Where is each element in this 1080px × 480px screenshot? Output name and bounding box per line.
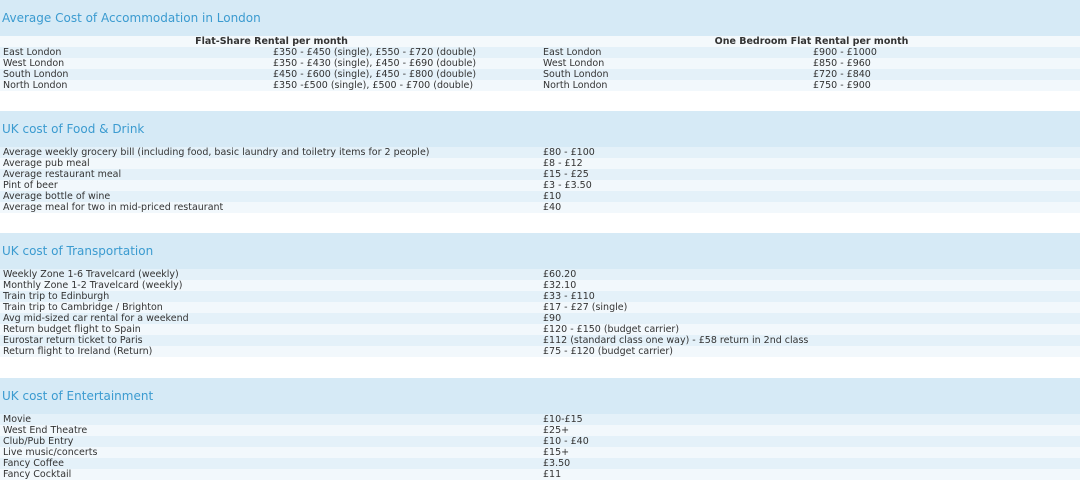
table-row: Fancy Cocktail £11 <box>0 469 1080 480</box>
price-cell: £3 - £3.50 <box>543 180 592 191</box>
section-spacer <box>0 213 1080 233</box>
price-cell: £720 - £840 <box>813 69 871 80</box>
table-row: Eurostar return ticket to Paris £112 (sta… <box>0 335 1080 346</box>
onebed-header: One Bedroom Flat Rental per month <box>714 36 909 47</box>
item-cell: Average meal for two in mid-priced resta… <box>3 202 224 213</box>
table-row: Club/Pub Entry £10 - £40 <box>0 436 1080 447</box>
price-cell: £112 (standard class one way) - £58 retu… <box>543 335 809 346</box>
transport-table: Weekly Zone 1-6 Travelcard (weekly) £60.2… <box>0 269 1080 357</box>
item-cell: Live music/concerts <box>3 447 98 458</box>
accommodation-title: Average Cost of Accommodation in London <box>2 11 261 25</box>
item-cell: Average restaurant meal <box>3 169 122 180</box>
item-cell: Movie <box>3 414 32 425</box>
table-row: West London £350 - £430 (single), £450 -… <box>0 58 1080 69</box>
table-row: Fancy Coffee £3.50 <box>0 458 1080 469</box>
table-row: Average weekly grocery bill (including f… <box>0 147 1080 158</box>
price-cell: £350 - £450 (single), £550 - £720 (doubl… <box>273 47 477 58</box>
transport-title: UK cost of Transportation <box>2 244 154 258</box>
price-cell: £350 - £430 (single), £450 - £690 (doubl… <box>273 58 477 69</box>
price-cell: £3.50 <box>543 458 571 469</box>
item-cell: Fancy Cocktail <box>3 469 72 480</box>
area-cell: West London <box>3 58 65 69</box>
price-cell: £8 - £12 <box>543 158 583 169</box>
table-row: South London £450 - £600 (single), £450 … <box>0 69 1080 80</box>
price-cell: £850 - £960 <box>813 58 871 69</box>
item-cell: Club/Pub Entry <box>3 436 74 447</box>
item-cell: Return flight to Ireland (Return) <box>3 346 153 357</box>
table-row: Average bottle of wine £10 <box>0 191 1080 202</box>
item-cell: Weekly Zone 1-6 Travelcard (weekly) <box>3 269 179 280</box>
item-cell: Average pub meal <box>3 158 90 169</box>
item-cell: Monthly Zone 1-2 Travelcard (weekly) <box>3 280 183 291</box>
table-row: West End Theatre £25+ <box>0 425 1080 436</box>
item-cell: Fancy Coffee <box>3 458 64 469</box>
flatshare-header: Flat-Share Rental per month <box>195 36 348 47</box>
accommodation-table: Flat-Share Rental per month One Bedroom … <box>0 36 1080 91</box>
accommodation-header: Average Cost of Accommodation in London <box>0 0 1080 36</box>
item-cell: Train trip to Cambridge / Brighton <box>3 302 163 313</box>
price-cell: £350 -£500 (single), £500 - £700 (double… <box>273 80 474 91</box>
price-cell: £40 <box>543 202 562 213</box>
table-row: Train trip to Cambridge / Brighton £17 - … <box>0 302 1080 313</box>
area-cell: South London <box>543 69 609 80</box>
entertainment-header: UK cost of Entertainment <box>0 378 1080 414</box>
table-row: Average restaurant meal £15 - £25 <box>0 169 1080 180</box>
price-cell: £10 - £40 <box>543 436 589 447</box>
price-cell: £900 - £1000 <box>813 47 877 58</box>
entertainment-table: Movie £10-£15 West End Theatre £25+ Club/P… <box>0 414 1080 480</box>
item-cell: Pint of beer <box>3 180 58 191</box>
item-cell: Return budget flight to Spain <box>3 324 141 335</box>
table-row: Movie £10-£15 <box>0 414 1080 425</box>
table-row: Return budget flight to Spain £120 - £150… <box>0 324 1080 335</box>
price-cell: £33 - £110 <box>543 291 595 302</box>
price-cell: £15 - £25 <box>543 169 589 180</box>
price-cell: £450 - £600 (single), £450 - £800 (doubl… <box>273 69 477 80</box>
table-row: Avg mid-sized car rental for a weekend £9… <box>0 313 1080 324</box>
table-row: North London £350 -£500 (single), £500 -… <box>0 80 1080 91</box>
price-cell: £60.20 <box>543 269 577 280</box>
area-cell: North London <box>543 80 608 91</box>
section-spacer <box>0 357 1080 378</box>
price-cell: £32.10 <box>543 280 577 291</box>
area-cell: North London <box>3 80 68 91</box>
area-cell: West London <box>543 58 605 69</box>
price-cell: £25+ <box>543 425 570 436</box>
price-cell: £11 <box>543 469 562 480</box>
transport-header: UK cost of Transportation <box>0 233 1080 269</box>
item-cell: West End Theatre <box>3 425 88 436</box>
food-table: Average weekly grocery bill (including f… <box>0 147 1080 213</box>
table-row: Pint of beer £3 - £3.50 <box>0 180 1080 191</box>
price-cell: £17 - £27 (single) <box>543 302 628 313</box>
price-cell: £120 - £150 (budget carrier) <box>543 324 680 335</box>
entertainment-title: UK cost of Entertainment <box>2 389 154 403</box>
price-cell: £90 <box>543 313 562 324</box>
table-row: Live music/concerts £15+ <box>0 447 1080 458</box>
table-row: Return flight to Ireland (Return) £75 - £… <box>0 346 1080 357</box>
area-cell: East London <box>3 47 62 58</box>
item-cell: Average bottle of wine <box>3 191 111 202</box>
table-row: Average meal for two in mid-priced resta… <box>0 202 1080 213</box>
food-title: UK cost of Food & Drink <box>2 122 145 136</box>
price-cell: £75 - £120 (budget carrier) <box>543 346 673 357</box>
accommodation-table-header: Flat-Share Rental per month One Bedroom … <box>0 36 1080 47</box>
food-header: UK cost of Food & Drink <box>0 111 1080 147</box>
price-cell: £80 - £100 <box>543 147 595 158</box>
table-row: Average pub meal £8 - £12 <box>0 158 1080 169</box>
price-cell: £750 - £900 <box>813 80 871 91</box>
table-row: Train trip to Edinburgh £33 - £110 <box>0 291 1080 302</box>
item-cell: Eurostar return ticket to Paris <box>3 335 143 346</box>
price-cell: £15+ <box>543 447 570 458</box>
section-spacer <box>0 91 1080 111</box>
table-row: Weekly Zone 1-6 Travelcard (weekly) £60.2… <box>0 269 1080 280</box>
item-cell: Average weekly grocery bill (including f… <box>3 147 430 158</box>
table-row: East London £350 - £450 (single), £550 -… <box>0 47 1080 58</box>
area-cell: East London <box>543 47 602 58</box>
table-row: Monthly Zone 1-2 Travelcard (weekly) £32.… <box>0 280 1080 291</box>
item-cell: Train trip to Edinburgh <box>3 291 110 302</box>
price-cell: £10-£15 <box>543 414 583 425</box>
area-cell: South London <box>3 69 69 80</box>
item-cell: Avg mid-sized car rental for a weekend <box>3 313 189 324</box>
price-cell: £10 <box>543 191 562 202</box>
